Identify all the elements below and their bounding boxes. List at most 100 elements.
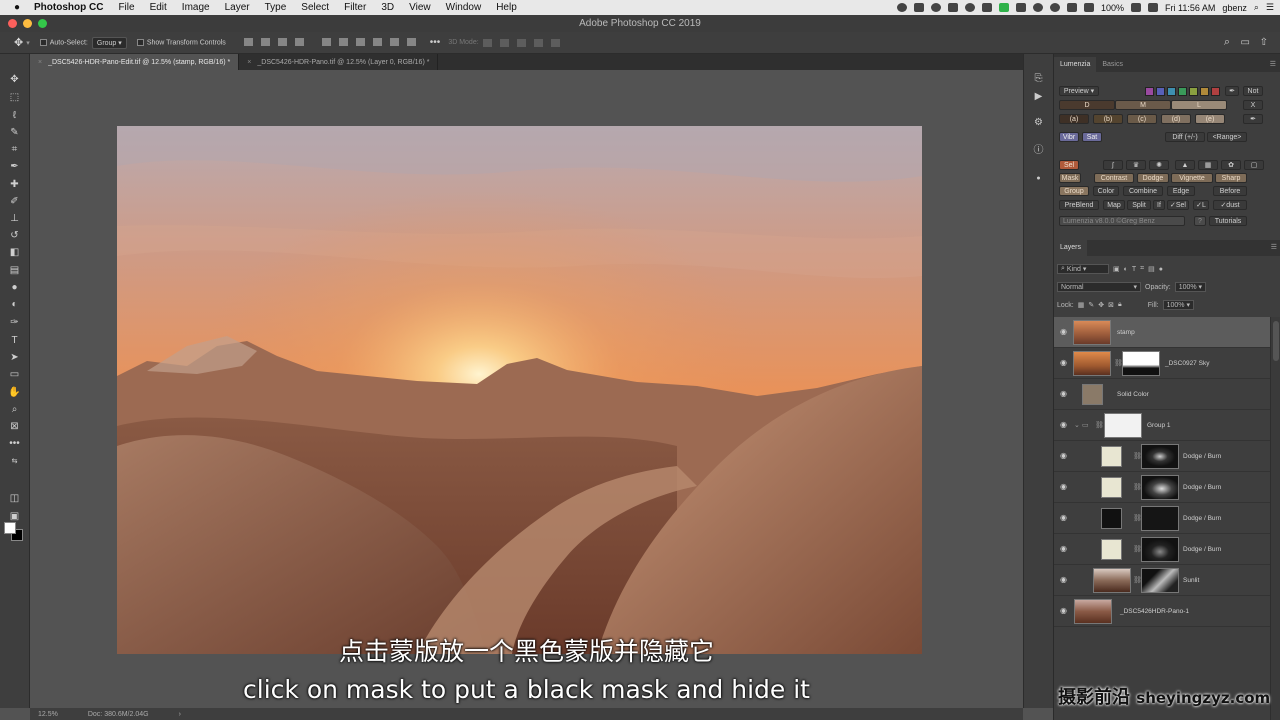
visibility-eye-icon[interactable]: ◉ — [1059, 390, 1068, 398]
panel-menu-icon[interactable]: ☰ — [1270, 56, 1276, 72]
menu-app-name[interactable]: Photoshop CC — [34, 2, 103, 13]
camera-icon[interactable] — [947, 3, 958, 12]
visibility-eye-icon[interactable]: ◉ — [1059, 421, 1068, 429]
distribute-right-icon[interactable] — [406, 37, 416, 46]
crown-icon[interactable]: ♛ — [1126, 160, 1146, 170]
x-button[interactable]: X — [1243, 100, 1263, 110]
history-brush-tool-icon[interactable]: ↺ — [7, 229, 22, 242]
zoom-tool-icon[interactable]: ⌕ — [7, 403, 22, 416]
color-button[interactable]: Color — [1093, 186, 1119, 196]
layer-thumbnail[interactable] — [1101, 477, 1122, 498]
actions-panel-icon[interactable]: ▶ — [1032, 90, 1045, 102]
filter-pixel-icon[interactable]: ▣ — [1113, 265, 1120, 273]
link-icon[interactable]: ⛓︎ — [1095, 421, 1104, 429]
vibrance-button[interactable]: Vibr — [1059, 132, 1079, 142]
distribute-vcenter-icon[interactable] — [338, 37, 348, 46]
visibility-eye-icon[interactable]: ◉ — [1059, 607, 1068, 615]
layer-mask-thumbnail[interactable] — [1104, 413, 1142, 438]
menubar-clock[interactable]: Fri 11:56 AM — [1165, 3, 1215, 13]
wifi-icon[interactable] — [1066, 3, 1077, 12]
healing-brush-tool-icon[interactable]: ✚ — [7, 178, 22, 191]
distribute-bottom-icon[interactable] — [355, 37, 365, 46]
eyedropper-tool-icon[interactable]: ✒ — [7, 160, 22, 173]
preblend-button[interactable]: PreBlend — [1059, 200, 1099, 210]
keyboard-icon[interactable] — [981, 3, 992, 12]
sync-icon[interactable] — [930, 3, 941, 12]
layer-mask-thumbnail[interactable] — [1141, 537, 1179, 562]
plugin-panel-icon[interactable]: ⚙ — [1032, 116, 1045, 128]
brush-button[interactable]: ✒ — [1243, 114, 1263, 124]
layer-mask-thumbnail[interactable] — [1122, 351, 1160, 376]
info-icon[interactable] — [964, 3, 975, 12]
align-left-icon[interactable] — [294, 37, 304, 46]
3d-roll-icon[interactable] — [499, 38, 509, 47]
layer-thumbnail[interactable] — [1074, 599, 1112, 624]
battery-percent[interactable]: 100% — [1101, 3, 1124, 13]
menu-select[interactable]: Select — [301, 2, 329, 13]
layer-row[interactable]: ◉ _DSC5426HDR-Pano-1 — [1054, 596, 1270, 627]
lock-artboard-icon[interactable]: ⊠ — [1108, 301, 1114, 309]
path-select-tool-icon[interactable]: ➤ — [7, 351, 22, 364]
clock-icon[interactable] — [1049, 3, 1060, 12]
minimize-window-button[interactable] — [23, 19, 32, 28]
visibility-eye-icon[interactable]: ◉ — [1059, 545, 1068, 553]
close-tab-icon[interactable]: × — [247, 59, 251, 66]
green-swatch[interactable] — [1178, 87, 1187, 96]
if-button[interactable]: If — [1153, 200, 1165, 210]
layer-thumbnail[interactable] — [1082, 384, 1103, 405]
auto-select-dropdown[interactable]: Group ▾ — [91, 36, 127, 49]
layer-thumbnail[interactable] — [1073, 351, 1111, 376]
marquee-tool-icon[interactable]: ⬚ — [7, 91, 22, 104]
mountain-icon[interactable]: ▲ — [1175, 160, 1195, 170]
layer-thumbnail[interactable] — [1093, 568, 1131, 593]
layer-mask-thumbnail[interactable] — [1141, 444, 1179, 469]
align-top-icon[interactable] — [243, 37, 253, 46]
apple-icon[interactable]: ● — [10, 2, 24, 13]
purple-swatch[interactable] — [1145, 87, 1154, 96]
distribute-hcenter-icon[interactable] — [389, 37, 399, 46]
layer-name[interactable]: Dodge / Burn — [1183, 515, 1221, 522]
combine-button[interactable]: Combine — [1123, 186, 1163, 196]
menubar-user[interactable]: gbenz — [1222, 3, 1247, 13]
status-menu-chevron-icon[interactable]: › — [179, 711, 181, 718]
split-button[interactable]: Split — [1127, 200, 1151, 210]
layer-name[interactable]: _DSC0927 Sky — [1165, 360, 1209, 367]
not-button[interactable]: Not — [1243, 86, 1263, 96]
tab-layers[interactable]: Layers — [1054, 240, 1088, 256]
menu-view[interactable]: View — [409, 2, 431, 13]
layers-menu-icon[interactable]: ☰ — [1271, 243, 1277, 251]
fill-field[interactable]: 100% ▾ — [1162, 300, 1194, 310]
align-bottom-icon[interactable] — [277, 37, 287, 46]
grid-icon[interactable]: ▦ — [1198, 160, 1218, 170]
menu-help[interactable]: Help — [496, 2, 517, 13]
tab-basics[interactable]: Basics — [1096, 57, 1129, 72]
zone-b-button[interactable]: (b) — [1093, 114, 1123, 124]
layers-scrollbar[interactable] — [1270, 317, 1280, 720]
filter-smart-object-icon[interactable]: ▤ — [1148, 265, 1155, 273]
volume-icon[interactable] — [1083, 3, 1094, 12]
canvas-area[interactable] — [30, 70, 1023, 708]
menu-3d[interactable]: 3D — [381, 2, 394, 13]
3d-slide-icon[interactable] — [533, 38, 543, 47]
layer-name[interactable]: Dodge / Burn — [1183, 453, 1221, 460]
layer-mask-thumbnail[interactable] — [1141, 568, 1179, 593]
expand-group-chevron-icon[interactable]: ⌄ — [1074, 421, 1080, 429]
visibility-eye-icon[interactable]: ◉ — [1059, 359, 1068, 367]
map-button[interactable]: Map — [1103, 200, 1125, 210]
edge-button[interactable]: Edge — [1167, 186, 1195, 196]
before-button[interactable]: Before — [1213, 186, 1247, 196]
workspace-icon[interactable]: ▭ — [1241, 37, 1250, 48]
clone-stamp-tool-icon[interactable]: ⊥ — [7, 212, 22, 225]
battery-icon[interactable] — [1130, 3, 1141, 12]
blue-swatch[interactable] — [1156, 87, 1165, 96]
visibility-eye-icon[interactable]: ◉ — [1059, 514, 1068, 522]
layer-row[interactable]: ◉ ⛓︎ Dodge / Burn — [1054, 441, 1270, 472]
foreground-color-swatch[interactable] — [4, 522, 16, 534]
3d-scale-icon[interactable] — [550, 38, 560, 47]
visibility-eye-icon[interactable]: ◉ — [1059, 452, 1068, 460]
artboard-tool-icon[interactable]: ⊠ — [7, 420, 22, 433]
lock-position-icon[interactable]: ✥ — [1098, 301, 1104, 309]
distribute-left-icon[interactable] — [372, 37, 382, 46]
visibility-eye-icon[interactable]: ◉ — [1059, 576, 1068, 584]
dodge-button[interactable]: Dodge — [1137, 173, 1169, 183]
